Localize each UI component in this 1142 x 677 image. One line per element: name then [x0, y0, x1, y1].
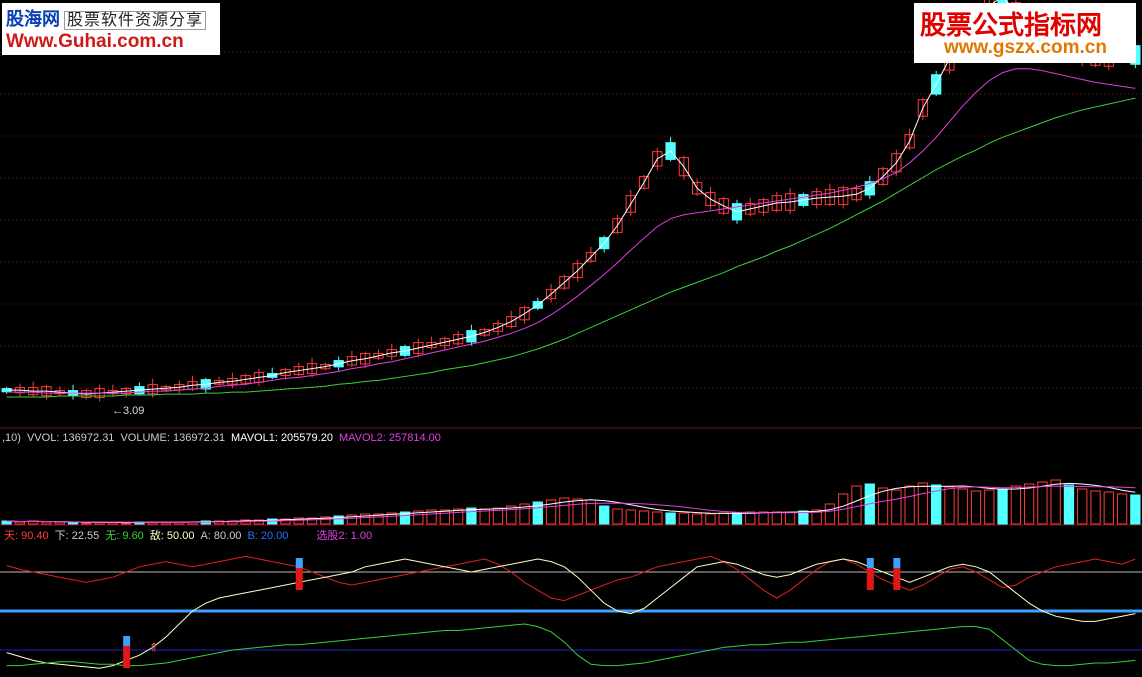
volume-bar [1130, 494, 1141, 525]
di-value: 敌: 50.00 [149, 530, 195, 542]
volume-bar [957, 488, 968, 525]
signal-red [893, 568, 901, 590]
volume-bar [904, 485, 915, 525]
volume-bar [824, 503, 836, 525]
indicator-line-1 [6, 558, 1136, 669]
volume-bar [506, 505, 517, 525]
watermark-url: Www.Guhai.com.cn [6, 31, 184, 52]
volume-bar [452, 508, 464, 525]
watermark-url-right: www.gszx.com.cn [944, 37, 1107, 58]
volume-bar [1010, 485, 1021, 525]
price-grid [0, 51, 1142, 429]
volume-bar [891, 489, 902, 525]
volume-bar [771, 511, 782, 525]
xuangu-value: 选股2: 1.00 [316, 530, 373, 542]
a-value: A: 80.00 [200, 530, 242, 542]
volume-bar [67, 522, 79, 525]
volume-bar [1077, 488, 1088, 525]
volume-bar [745, 511, 756, 525]
volume-bar [1103, 491, 1114, 525]
volume-bar [705, 513, 716, 525]
ma-line-MA_long [6, 97, 1136, 398]
volume-bar [970, 490, 982, 525]
volume-bar [121, 522, 132, 525]
volume-bar [731, 512, 743, 525]
vvol-value: VVOL: 136972.31 [26, 432, 115, 444]
wu-value: 无: 9.60 [105, 530, 144, 542]
volume-bar [638, 510, 650, 525]
volume-bar [14, 521, 26, 525]
volume-bar [81, 522, 92, 525]
indicator-line-2 [6, 623, 1136, 667]
signal-red [295, 568, 303, 590]
volume-value: VOLUME: 136972.31 [120, 432, 226, 444]
up-arrow-icon: ⇑ [149, 640, 159, 654]
volume-bar [718, 512, 729, 525]
volume-stats: ,10) VVOL: 136972.31 VOLUME: 136972.31 MAVO… [2, 432, 447, 444]
indicator-line-0 [6, 555, 1136, 602]
volume-bar [984, 489, 995, 525]
indicator-stats: 天: 90.40 下: 22.55 无: 9.60 敌: 50.00 A: 80.00 B… [4, 527, 378, 543]
volume-bar [692, 513, 703, 525]
watermark-slogan: 股票软件资源分享 [64, 11, 207, 30]
volume-bar [851, 485, 862, 525]
b-value: B: 20.00 [247, 530, 289, 542]
volume-bar [625, 509, 636, 525]
indicator-lines [0, 555, 1142, 669]
mavol2-line [6, 485, 1136, 523]
volume-bar [665, 512, 676, 525]
signal-red [123, 646, 131, 668]
volume-bar [1116, 493, 1128, 525]
buy-signals: ⇑ [123, 558, 901, 668]
stock-chart: ⇑ ←3.09 [0, 0, 1142, 669]
volume-bar [41, 521, 52, 525]
volume-ma-lines [0, 482, 1142, 526]
volume-bar [1037, 481, 1048, 525]
signal-red [866, 568, 874, 590]
volume-bar [917, 482, 929, 525]
mavol1-value: MAVOL1: 205579.20 [231, 432, 333, 444]
volume-bar [1090, 490, 1101, 525]
volume-bar [877, 487, 889, 525]
volume-bar [466, 507, 477, 525]
xia-value: 下: 22.55 [54, 530, 100, 542]
volume-bar [572, 498, 583, 525]
volume-bar [997, 488, 1008, 525]
signal-blue [866, 558, 874, 568]
volume-bar [784, 511, 796, 525]
watermark-gszx: 股票公式指标网 www.gszx.com.cn [914, 3, 1136, 63]
signal-blue [893, 558, 901, 568]
volume-bar [652, 511, 663, 525]
mavol2-value: MAVOL2: 257814.00 [338, 432, 441, 444]
volume-bar [1063, 484, 1075, 525]
tian-value: 天: 90.40 [4, 530, 49, 542]
vol-prefix: ,10) [2, 432, 21, 444]
volume-bar [944, 486, 955, 525]
volume-bar [54, 521, 65, 525]
volume-bar [758, 511, 769, 525]
volume-bar [678, 512, 690, 525]
signal-blue [123, 636, 131, 646]
volume-bar [439, 509, 450, 525]
ma-line-MA_slow [6, 68, 1136, 394]
signal-blue [295, 558, 303, 568]
volume-bar [612, 508, 623, 525]
volume-bar [1023, 483, 1035, 525]
watermark-brand: 股海网 [6, 9, 60, 29]
watermark-guhai: 股海网 股票软件资源分享 Www.Guhai.com.cn [2, 3, 220, 55]
low-price-marker: ←3.09 [112, 405, 144, 417]
volume-bar [599, 505, 610, 525]
